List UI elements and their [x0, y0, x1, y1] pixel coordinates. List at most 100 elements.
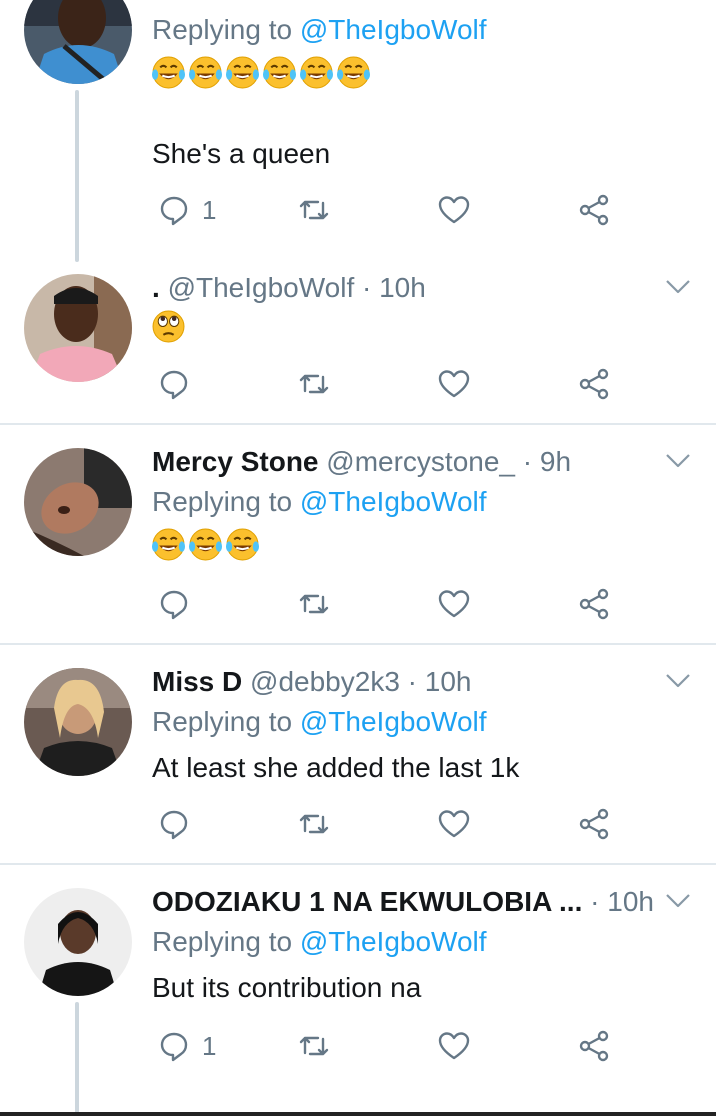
like-button[interactable] — [438, 366, 470, 402]
action-bar — [152, 586, 622, 622]
reply-button[interactable]: 1 — [158, 1028, 216, 1064]
retweet-button[interactable] — [298, 192, 330, 228]
tweet-text: At least she added the last 1k — [152, 752, 520, 783]
reply-icon — [160, 810, 188, 840]
reply-icon — [160, 1032, 188, 1062]
retweet-icon — [299, 814, 329, 834]
chevron-down-icon[interactable] — [664, 272, 692, 300]
tears-of-joy-emoji — [189, 528, 222, 561]
reply-button[interactable]: 1 — [158, 192, 216, 228]
heart-icon — [438, 1032, 470, 1060]
share-button[interactable] — [578, 586, 610, 622]
tweet-header: ODOZIAKU 1 NA EKWULOBIA ... · 10h — [152, 884, 654, 920]
thread-line — [75, 1002, 79, 1116]
emoji-text — [152, 56, 370, 92]
replying-to: Replying to @TheIgboWolf — [152, 706, 487, 737]
like-button[interactable] — [438, 1028, 470, 1064]
retweet-button[interactable] — [298, 806, 330, 842]
reply-button[interactable] — [158, 806, 190, 842]
heart-icon — [438, 810, 470, 838]
action-bar — [152, 806, 622, 842]
tears-of-joy-emoji — [337, 56, 370, 89]
emoji-text — [152, 528, 259, 564]
share-icon — [579, 194, 609, 226]
tears-of-joy-emoji — [300, 56, 333, 89]
reply-icon — [160, 590, 188, 620]
share-button[interactable] — [578, 366, 610, 402]
retweet-button[interactable] — [298, 1028, 330, 1064]
tweet-3[interactable]: Mercy Stone @mercystone_ · 9h Replying t… — [0, 444, 716, 640]
retweet-icon — [299, 594, 329, 614]
reply-button[interactable] — [158, 366, 190, 402]
tweet-divider — [0, 423, 716, 425]
share-button[interactable] — [578, 192, 610, 228]
share-icon — [579, 1030, 609, 1062]
handle-time: @TheIgboWolf · 10h — [167, 272, 426, 303]
tears-of-joy-emoji — [263, 56, 296, 89]
tweet-header: Miss D @debby2k3 · 10h — [152, 664, 472, 700]
share-icon — [579, 808, 609, 840]
like-button[interactable] — [438, 806, 470, 842]
tweet-divider — [0, 643, 716, 645]
tears-of-joy-emoji — [226, 528, 259, 561]
retweet-button[interactable] — [298, 366, 330, 402]
heart-icon — [438, 196, 470, 224]
tweet-header: . @TheIgboWolf · 10h — [152, 270, 426, 306]
action-bar — [152, 366, 622, 402]
retweet-icon — [299, 374, 329, 394]
tweet-divider — [0, 863, 716, 865]
tweet-header: Mercy Stone @mercystone_ · 9h — [152, 444, 571, 480]
reply-count: 1 — [202, 1030, 217, 1061]
handle-time: @mercystone_ · 9h — [326, 446, 572, 477]
replying-to-handle[interactable]: @TheIgboWolf — [300, 706, 487, 737]
action-bar: 1 — [152, 192, 622, 228]
emoji-text — [152, 310, 185, 346]
retweet-icon — [299, 200, 329, 220]
chevron-down-icon[interactable] — [664, 666, 692, 694]
replying-to-handle[interactable]: @TheIgboWolf — [300, 486, 487, 517]
user-name[interactable]: Miss D — [152, 666, 242, 697]
replying-to: Replying to @TheIgboWolf — [152, 926, 487, 957]
chevron-down-icon[interactable] — [664, 446, 692, 474]
tears-of-joy-emoji — [189, 56, 222, 89]
tweet-4[interactable]: Miss D @debby2k3 · 10h Replying to @TheI… — [0, 664, 716, 862]
replying-to-handle[interactable]: @TheIgboWolf — [300, 926, 487, 957]
retweet-button[interactable] — [298, 586, 330, 622]
share-button[interactable] — [578, 806, 610, 842]
tweet-1[interactable]: Replying to @TheIgboWolf She's a queen 1 — [0, 0, 716, 262]
reply-icon — [160, 370, 188, 400]
bottom-edge — [0, 1112, 716, 1116]
retweet-icon — [299, 1036, 329, 1056]
action-bar: 1 — [152, 1028, 622, 1064]
avatar[interactable] — [24, 0, 132, 84]
replying-to: Replying to @TheIgboWolf — [152, 486, 487, 517]
thread-line — [75, 90, 79, 262]
user-name[interactable]: . — [152, 272, 160, 303]
replying-to: Replying to @TheIgboWolf — [152, 14, 487, 45]
chevron-down-icon[interactable] — [664, 886, 692, 914]
like-button[interactable] — [438, 586, 470, 622]
avatar[interactable] — [24, 668, 132, 776]
reply-count: 1 — [202, 194, 217, 225]
avatar[interactable] — [24, 448, 132, 556]
tweet-2[interactable]: . @TheIgboWolf · 10h — [0, 270, 716, 420]
tweet-text: She's a queen — [152, 138, 331, 169]
user-name[interactable]: Mercy Stone — [152, 446, 319, 477]
tears-of-joy-emoji — [226, 56, 259, 89]
like-button[interactable] — [438, 192, 470, 228]
replying-to-handle[interactable]: @TheIgboWolf — [300, 14, 487, 45]
tears-of-joy-emoji — [152, 528, 185, 561]
avatar[interactable] — [24, 274, 132, 382]
handle-time: · 10h — [590, 886, 654, 917]
share-button[interactable] — [578, 1028, 610, 1064]
share-icon — [579, 368, 609, 400]
user-name[interactable]: ODOZIAKU 1 NA EKWULOBIA ... — [152, 886, 582, 917]
heart-icon — [438, 590, 470, 618]
tears-of-joy-emoji — [152, 56, 185, 89]
avatar[interactable] — [24, 888, 132, 996]
handle-time: @debby2k3 · 10h — [250, 666, 472, 697]
tweet-5[interactable]: ODOZIAKU 1 NA EKWULOBIA ... · 10h Replyi… — [0, 884, 716, 1116]
reply-button[interactable] — [158, 586, 190, 622]
heart-icon — [438, 370, 470, 398]
reply-icon — [160, 196, 188, 226]
